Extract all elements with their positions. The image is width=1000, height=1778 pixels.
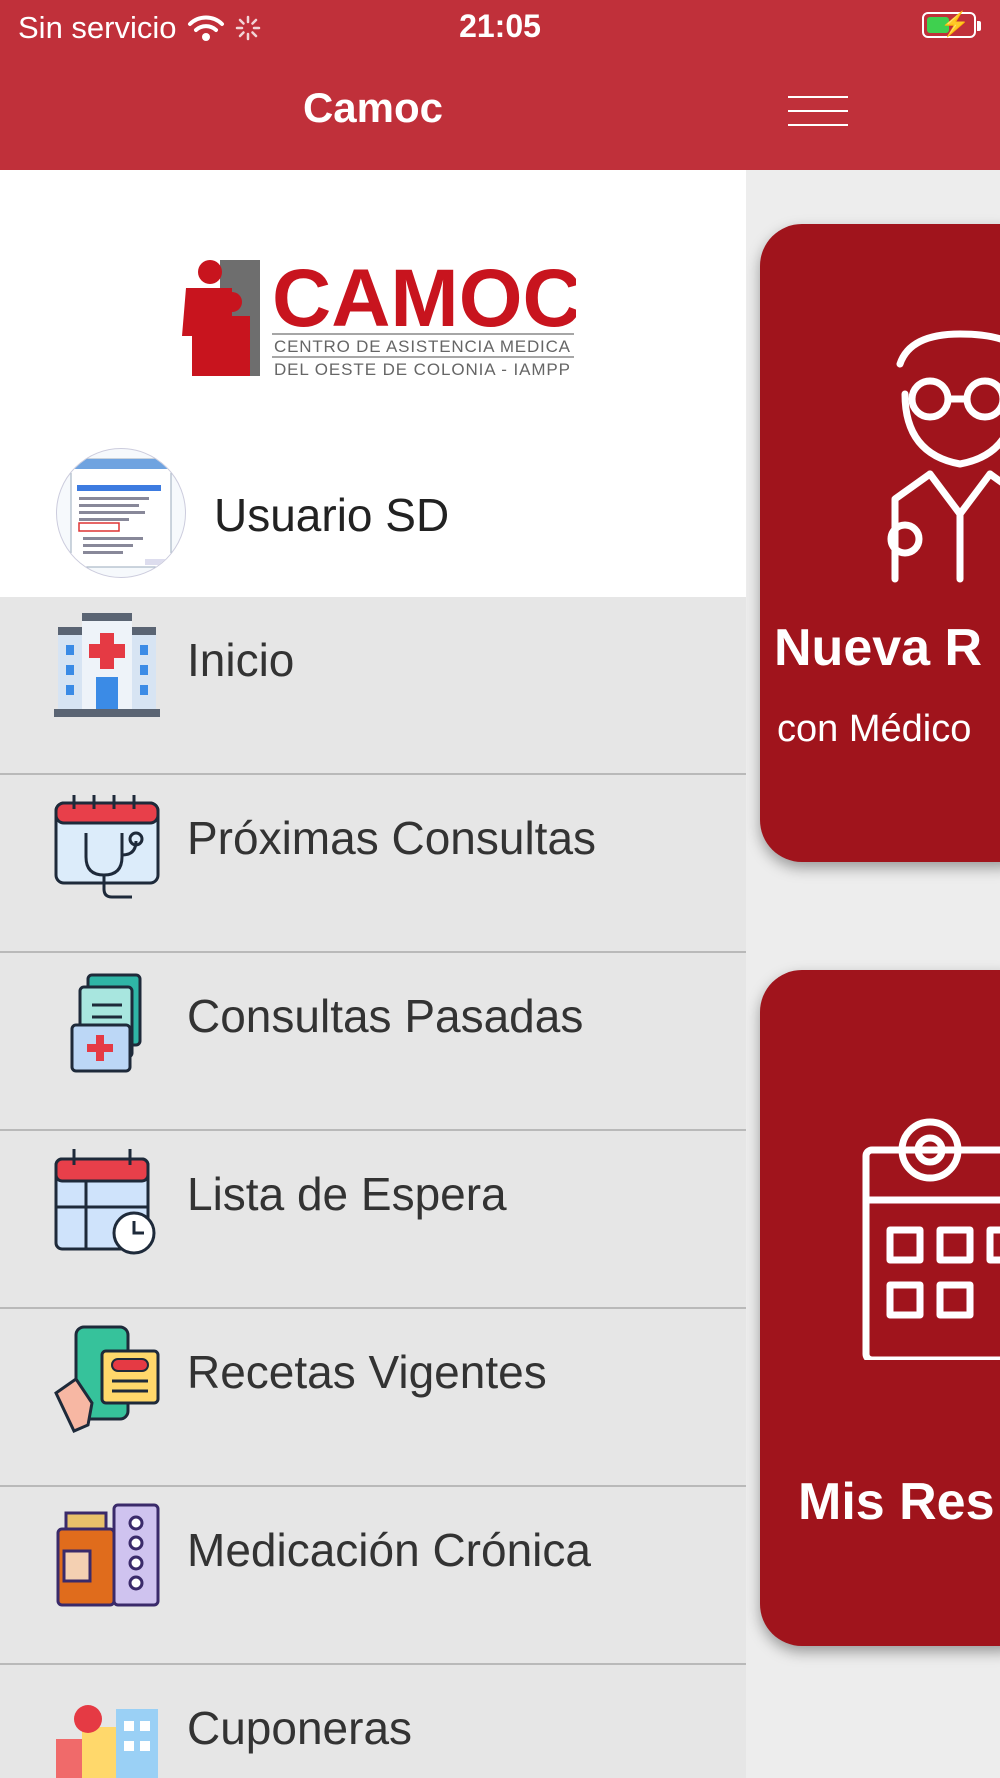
side-drawer: CAMOC CENTRO DE ASISTENCIA MEDICA DEL OE… [0, 170, 746, 1778]
menu-item-cuponeras[interactable]: Cuponeras [0, 1665, 746, 1778]
logo-wordmark: CAMOC [272, 258, 576, 344]
card-title: Mis Res [798, 1473, 995, 1531]
card-subtitle: con Médico [777, 708, 972, 750]
menu-item-recetas-vigentes[interactable]: Recetas Vigentes [0, 1309, 746, 1487]
doctor-icon [887, 330, 1000, 583]
app-header: Camoc [0, 54, 1000, 170]
medicine-bottle-icon [56, 1503, 160, 1607]
menu-item-consultas-pasadas[interactable]: Consultas Pasadas [0, 953, 746, 1131]
card-title: Nueva R [774, 619, 983, 677]
menu-item-label: Inicio [187, 634, 295, 686]
calendar-icon [862, 1118, 1000, 1360]
phone-prescription-icon [54, 1325, 160, 1433]
hospital-icon [54, 613, 160, 717]
avatar[interactable] [56, 448, 186, 578]
clock: 21:05 [459, 8, 541, 44]
battery-charging-icon: ⚡ [922, 12, 981, 38]
status-bar: Sin servicio 21:05 ⚡ [0, 0, 1000, 54]
calendar-clock-icon [54, 1149, 156, 1255]
app-title: Camoc [302, 84, 444, 131]
coupons-icon [56, 1705, 158, 1778]
medical-folder-icon [70, 973, 142, 1073]
drawer-header: CAMOC CENTRO DE ASISTENCIA MEDICA DEL OE… [0, 170, 746, 597]
my-reservations-card[interactable]: Mis Res [760, 970, 1000, 1646]
camoc-logo: CAMOC CENTRO DE ASISTENCIA MEDICA DEL OE… [182, 258, 576, 378]
logo-line-1: CENTRO DE ASISTENCIA MEDICA [274, 337, 571, 356]
menu-item-label: Medicación Crónica [187, 1524, 591, 1576]
main-content: Nueva R con Médico Mis Res [746, 170, 1000, 1778]
new-appointment-card[interactable]: Nueva R con Médico [760, 224, 1000, 862]
menu-item-lista-espera[interactable]: Lista de Espera [0, 1131, 746, 1309]
hamburger-icon[interactable] [788, 96, 848, 130]
drawer-menu: Inicio Próximas Consultas Consultas Pasa… [0, 597, 746, 1778]
logo-line-2: DEL OESTE DE COLONIA - IAMPP [274, 360, 570, 378]
menu-item-proximas-consultas[interactable]: Próximas Consultas [0, 775, 746, 953]
menu-item-label: Cuponeras [187, 1702, 413, 1754]
menu-item-label: Recetas Vigentes [187, 1346, 547, 1398]
menu-item-label: Lista de Espera [187, 1168, 507, 1220]
menu-item-inicio[interactable]: Inicio [0, 597, 746, 775]
menu-item-medicacion-cronica[interactable]: Medicación Crónica [0, 1487, 746, 1665]
menu-item-label: Consultas Pasadas [187, 990, 584, 1042]
calendar-stethoscope-icon [54, 795, 160, 899]
username: Usuario SD [214, 489, 450, 541]
menu-item-label: Próximas Consultas [187, 812, 597, 864]
